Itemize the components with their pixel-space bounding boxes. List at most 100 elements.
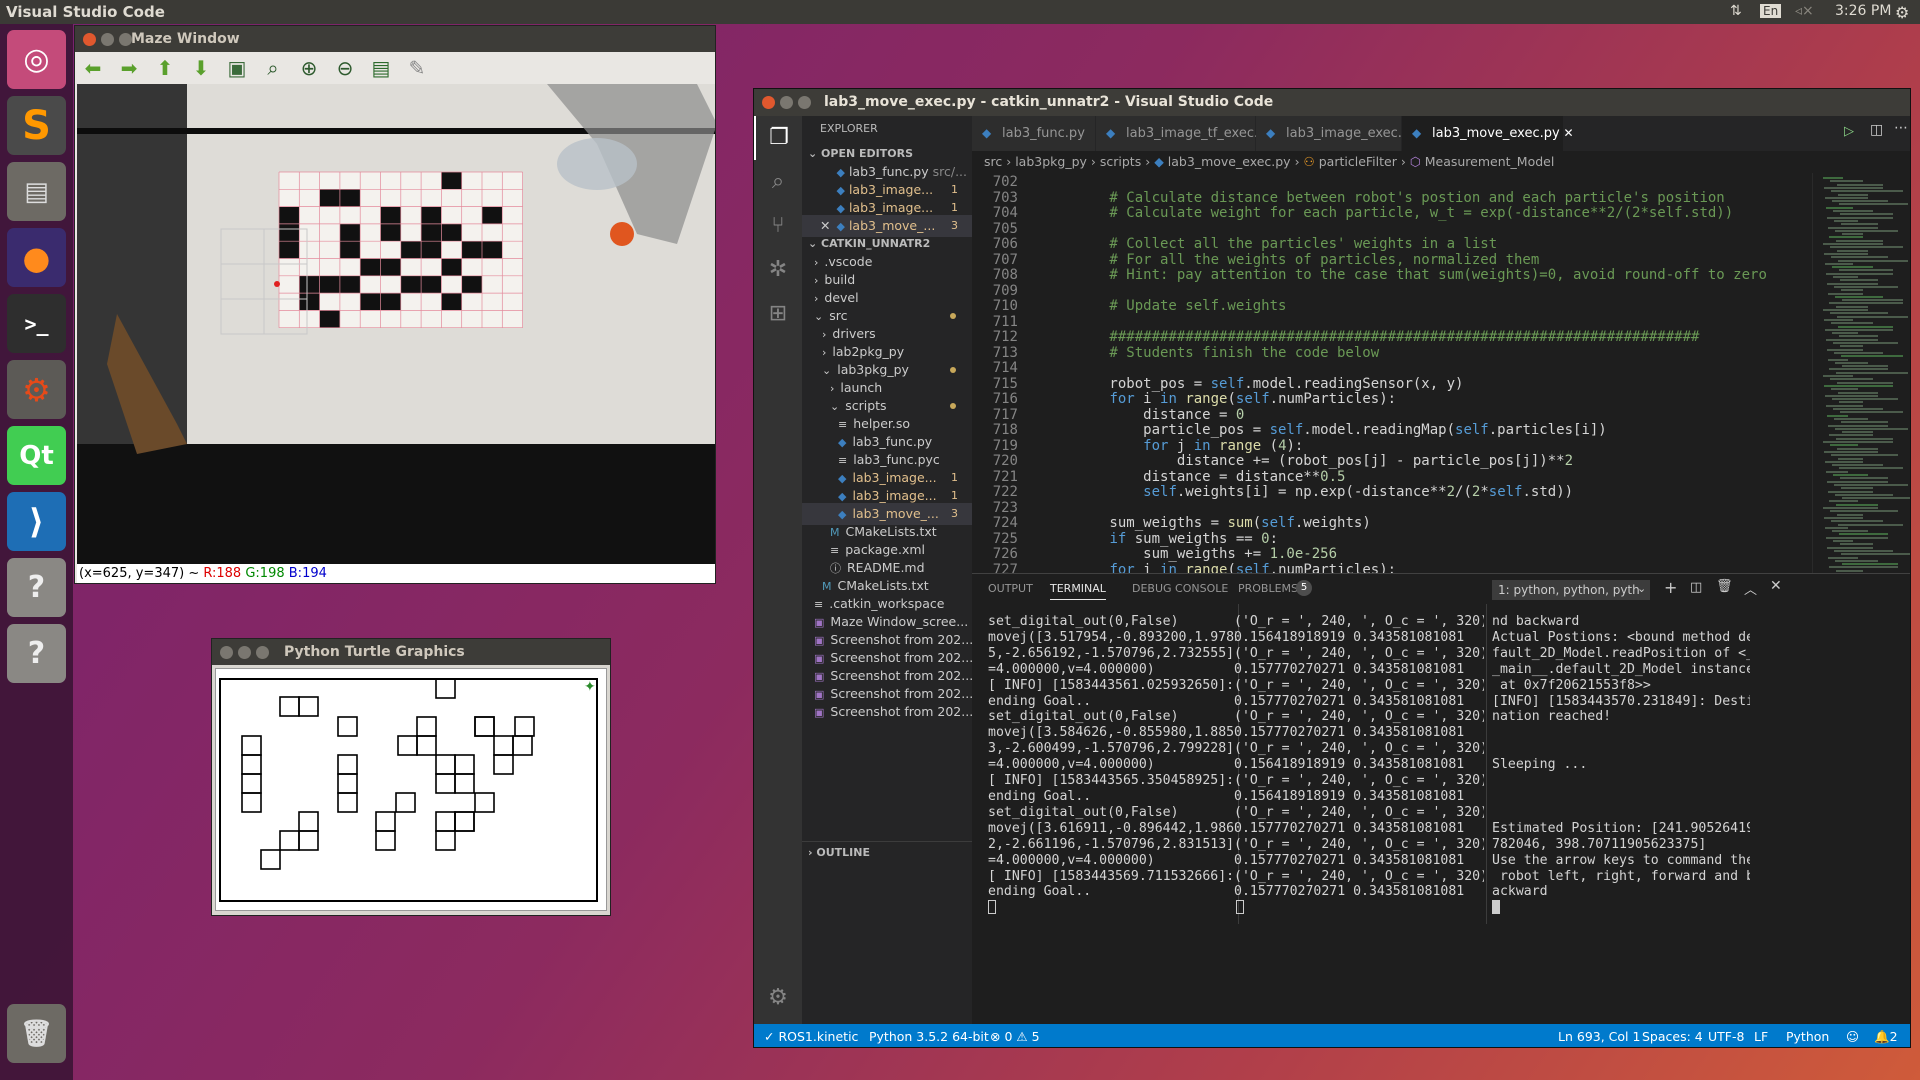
back-arrow-icon[interactable]: ⬅ bbox=[81, 56, 105, 80]
file-type-icon: › bbox=[830, 382, 835, 395]
ubuntu-dash-icon[interactable]: ◎ bbox=[7, 30, 66, 89]
breadcrumb-item[interactable]: scripts bbox=[1100, 154, 1141, 169]
file-type-icon: › bbox=[822, 346, 827, 359]
language-mode[interactable]: Python bbox=[1786, 1024, 1829, 1047]
cursor-position[interactable]: Ln 693, Col 1 bbox=[1558, 1024, 1640, 1047]
terminal-pane-1[interactable]: set_digital_out(0,False) movej([3.517954… bbox=[988, 614, 1236, 952]
source-control-icon[interactable]: ⑂ bbox=[754, 204, 802, 248]
tab-problems[interactable]: PROBLEMS bbox=[1238, 582, 1298, 595]
files-icon[interactable]: ▤ bbox=[7, 162, 66, 221]
maze-window-titlebar[interactable]: Maze Window bbox=[75, 26, 715, 52]
pixel-readout: (x=625, y=347) ~ R:188 G:198 B:194 bbox=[77, 564, 715, 583]
camera-maze-grid bbox=[278, 171, 523, 329]
editor-tab[interactable]: ◆ lab3_func.py bbox=[972, 116, 1096, 151]
terminal-icon[interactable]: >_ bbox=[7, 294, 66, 353]
code-editor[interactable]: 702 703 # Calculate distance between robo… bbox=[972, 173, 1812, 573]
keyboard-layout-indicator[interactable]: En bbox=[1760, 4, 1782, 18]
zoom-fit-icon[interactable]: ⌕ bbox=[261, 56, 285, 80]
breadcrumb-item[interactable]: src bbox=[984, 154, 1002, 169]
close-panel-icon[interactable]: ✕ bbox=[1770, 578, 1782, 594]
maze-window: Maze Window ⬅ ➡ ⬆ ⬇ ▣ ⌕ ⊕ ⊖ ▤ ✎ (x=625, … bbox=[74, 25, 716, 584]
terminal-cursor bbox=[988, 900, 996, 914]
encoding[interactable]: UTF-8 bbox=[1708, 1024, 1744, 1047]
camera-view[interactable] bbox=[77, 84, 715, 564]
split-terminal-icon[interactable]: ◫ bbox=[1690, 580, 1702, 595]
save-icon[interactable]: ▤ bbox=[369, 56, 393, 80]
breadcrumb-item[interactable]: ◆ lab3_move_exec.py bbox=[1154, 154, 1290, 169]
chevron-down-icon[interactable]: ⌄ bbox=[1637, 582, 1646, 595]
explorer-icon[interactable]: ❐ bbox=[754, 116, 802, 160]
image-icon[interactable]: ▣ bbox=[225, 56, 249, 80]
tab-output[interactable]: OUTPUT bbox=[988, 582, 1033, 595]
file-type-icon: M bbox=[830, 526, 840, 539]
python-interpreter[interactable]: Python 3.5.2 64-bit bbox=[869, 1024, 989, 1047]
run-icon[interactable]: ▷ bbox=[1844, 124, 1854, 139]
debug-icon[interactable]: ✲ bbox=[754, 248, 802, 292]
editor-tab[interactable]: ◆ lab3_move_exec.py ✕ bbox=[1402, 116, 1574, 151]
extensions-icon[interactable]: ⊞ bbox=[754, 292, 802, 336]
more-actions-icon[interactable]: ⋯ bbox=[1894, 120, 1908, 136]
minimize-icon[interactable] bbox=[101, 33, 114, 46]
problems-status[interactable]: ⊗ 0 ⚠ 5 bbox=[990, 1024, 1040, 1047]
end-of-line[interactable]: LF bbox=[1754, 1024, 1768, 1047]
minimap[interactable] bbox=[1812, 173, 1910, 573]
turtle-canvas[interactable]: ✦ bbox=[215, 668, 607, 911]
terminal-pane-2[interactable]: ('O_r = ', 240, ', O_c = ', 320) 0.15641… bbox=[1234, 614, 1484, 952]
turtle-icon: ✦ bbox=[584, 679, 596, 695]
ros-version[interactable]: ✓ ROS1.kinetic bbox=[764, 1024, 858, 1047]
tree-item[interactable]: ▣ Screenshot from 202... bbox=[802, 701, 972, 723]
indentation[interactable]: Spaces: 4 bbox=[1642, 1024, 1703, 1047]
manage-gear-icon[interactable]: ⚙ bbox=[754, 976, 802, 1020]
system-settings-icon[interactable]: ⚙ bbox=[7, 360, 66, 419]
close-icon[interactable] bbox=[220, 646, 233, 659]
clock[interactable]: 3:26 PM bbox=[1835, 3, 1891, 19]
turtle-window-titlebar[interactable]: Python Turtle Graphics bbox=[212, 639, 610, 665]
close-icon[interactable] bbox=[83, 33, 96, 46]
minimize-icon[interactable] bbox=[238, 646, 251, 659]
down-arrow-icon[interactable]: ⬇ bbox=[189, 56, 213, 80]
qt-creator-icon[interactable]: Qt bbox=[7, 426, 66, 485]
maximize-icon[interactable] bbox=[798, 96, 811, 109]
breadcrumb: src › lab3pkg_py › scripts › ◆ lab3_move… bbox=[984, 154, 1555, 169]
breadcrumb-item[interactable]: lab3pkg_py bbox=[1015, 154, 1087, 169]
tab-terminal[interactable]: TERMINAL bbox=[1050, 582, 1106, 600]
firefox-icon[interactable]: ● bbox=[7, 228, 66, 287]
unknown-app-icon[interactable]: ? bbox=[7, 558, 66, 617]
search-icon[interactable]: ⌕ bbox=[754, 160, 802, 204]
close-tab-icon[interactable]: ✕ bbox=[1560, 126, 1574, 140]
launcher: ◎ S ▤ ● >_ ⚙ Qt ⟩ ? ? 🗑 bbox=[0, 24, 73, 1080]
vscode-icon[interactable]: ⟩ bbox=[7, 492, 66, 551]
zoom-out-icon[interactable]: ⊖ bbox=[333, 56, 357, 80]
new-terminal-icon[interactable]: + bbox=[1664, 578, 1677, 597]
maximize-panel-icon[interactable]: ︿ bbox=[1744, 579, 1757, 598]
vscode-window: lab3_move_exec.py - catkin_unnatr2 - Vis… bbox=[753, 88, 1911, 1048]
tab-debug-console[interactable]: DEBUG CONSOLE bbox=[1132, 582, 1228, 595]
split-editor-icon[interactable]: ◫ bbox=[1870, 122, 1883, 138]
terminal-select[interactable]: 1: python, python, pyth bbox=[1492, 580, 1650, 600]
feedback-icon[interactable]: ☺ bbox=[1846, 1024, 1859, 1047]
trash-icon[interactable]: 🗑 bbox=[7, 1004, 66, 1063]
editor-tab[interactable]: ◆ lab3_image_exec.py bbox=[1256, 116, 1418, 151]
volume-muted-icon[interactable]: ◃× bbox=[1795, 3, 1814, 19]
power-gear-icon[interactable]: ⚙ bbox=[1895, 3, 1909, 22]
python-file-icon: ◆ bbox=[982, 126, 992, 140]
vscode-titlebar[interactable]: lab3_move_exec.py - catkin_unnatr2 - Vis… bbox=[754, 89, 1910, 116]
outline-section[interactable]: › OUTLINE bbox=[802, 841, 972, 863]
breadcrumb-item[interactable]: ⬡ Measurement_Model bbox=[1410, 154, 1555, 169]
minimize-icon[interactable] bbox=[780, 96, 793, 109]
trash-icon[interactable]: 🗑 bbox=[1716, 579, 1733, 594]
sublime-text-icon[interactable]: S bbox=[7, 96, 66, 155]
file-type-icon: › bbox=[822, 328, 827, 341]
close-icon[interactable] bbox=[762, 96, 775, 109]
forward-arrow-icon[interactable]: ➡ bbox=[117, 56, 141, 80]
properties-icon[interactable]: ✎ bbox=[405, 56, 429, 80]
editor-tab[interactable]: ◆ lab3_image_tf_exec.py bbox=[1096, 116, 1274, 151]
terminal-pane-3[interactable]: nd backward Actual Postions: <bound meth… bbox=[1492, 614, 1750, 952]
network-arrows-icon[interactable]: ⇅ bbox=[1730, 3, 1742, 19]
notifications[interactable]: 🔔2 bbox=[1874, 1024, 1898, 1047]
up-arrow-icon[interactable]: ⬆ bbox=[153, 56, 177, 80]
zoom-in-icon[interactable]: ⊕ bbox=[297, 56, 321, 80]
unknown-app-icon[interactable]: ? bbox=[7, 624, 66, 683]
breadcrumb-item[interactable]: ⚇ particleFilter bbox=[1304, 154, 1397, 169]
maximize-icon[interactable] bbox=[256, 646, 269, 659]
